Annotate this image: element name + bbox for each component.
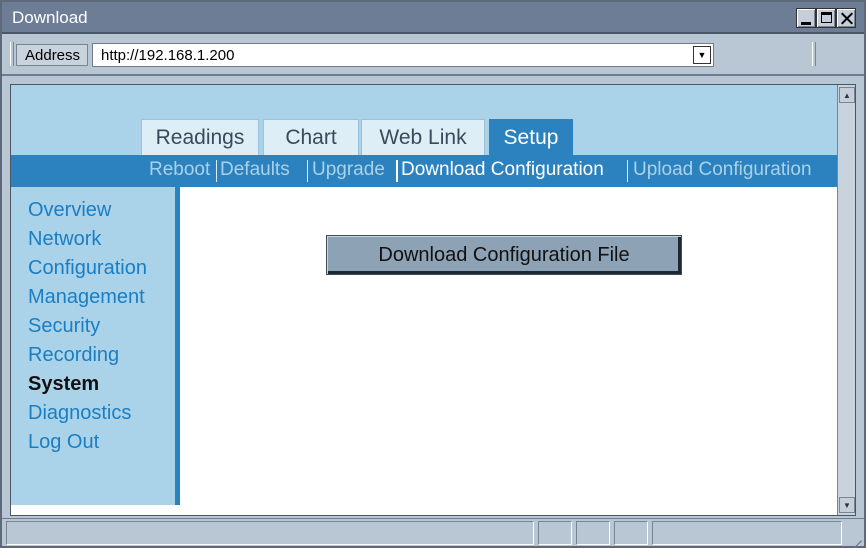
- setup-subnav: Reboot Defaults Upgrade Download Configu…: [11, 155, 838, 187]
- scroll-down-icon: ▼: [843, 501, 851, 510]
- subnav-reboot[interactable]: Reboot: [149, 159, 210, 181]
- subnav-upgrade[interactable]: Upgrade: [312, 159, 385, 181]
- scroll-down-button[interactable]: ▼: [839, 497, 855, 513]
- sidebar-item-recording[interactable]: Recording: [28, 344, 119, 367]
- sidebar-item-log-out[interactable]: Log Out: [28, 431, 99, 454]
- tab-label: Chart: [285, 126, 337, 149]
- address-dropdown-button[interactable]: ▼: [693, 46, 711, 64]
- tab-label: Readings: [155, 126, 245, 149]
- status-panel: [614, 521, 648, 545]
- sidebar-item-diagnostics[interactable]: Diagnostics: [28, 402, 131, 425]
- window-title: Download: [12, 8, 88, 27]
- web-page: Readings Chart Web Link Setup Reboot Def…: [11, 85, 838, 515]
- close-button[interactable]: [836, 8, 856, 28]
- address-url[interactable]: http://192.168.1.200: [101, 47, 234, 64]
- chevron-down-icon: ▼: [697, 50, 707, 60]
- title-bar: Download: [2, 2, 864, 34]
- toolbar-grip[interactable]: [812, 42, 816, 66]
- subnav-separator: [627, 160, 628, 182]
- subnav-download-configuration[interactable]: Download Configuration: [401, 159, 604, 181]
- subnav-separator: [307, 160, 308, 182]
- sidebar: Overview Network Configuration Managemen…: [11, 187, 180, 505]
- toolbar-grip[interactable]: [10, 42, 14, 66]
- status-panel: [576, 521, 610, 545]
- maximize-button[interactable]: [816, 8, 836, 28]
- subnav-separator: [216, 160, 217, 182]
- maximize-icon: [821, 12, 832, 23]
- sidebar-item-overview[interactable]: Overview: [28, 199, 111, 222]
- resize-grip-icon[interactable]: [846, 528, 862, 548]
- status-panel: [538, 521, 572, 545]
- sidebar-item-network[interactable]: Network: [28, 228, 101, 251]
- tab-label: Web Link: [379, 126, 467, 149]
- address-label: Address: [16, 44, 88, 66]
- status-panel: [652, 521, 842, 545]
- browser-window: Download Address http://192.168.1.200 ▼: [0, 0, 866, 548]
- sidebar-item-security[interactable]: Security: [28, 315, 100, 338]
- tab-setup[interactable]: Setup: [489, 119, 573, 157]
- tab-readings[interactable]: Readings: [141, 119, 259, 157]
- minimize-button[interactable]: [796, 8, 816, 28]
- sidebar-item-system[interactable]: System: [28, 373, 99, 396]
- address-toolbar: Address http://192.168.1.200 ▼: [2, 34, 864, 76]
- minimize-icon: [801, 22, 811, 25]
- sidebar-item-management[interactable]: Management: [28, 286, 145, 309]
- status-bar: [2, 518, 864, 548]
- subnav-separator: [396, 160, 398, 182]
- status-panel: [6, 521, 534, 545]
- tab-chart[interactable]: Chart: [263, 119, 359, 157]
- subnav-defaults[interactable]: Defaults: [220, 159, 290, 181]
- vertical-scrollbar[interactable]: ▲ ▼: [837, 85, 855, 515]
- sidebar-item-configuration[interactable]: Configuration: [28, 257, 147, 280]
- scroll-up-icon: ▲: [843, 91, 851, 100]
- download-configuration-file-button[interactable]: Download Configuration File: [326, 235, 682, 275]
- scroll-up-button[interactable]: ▲: [839, 87, 855, 103]
- tab-web-link[interactable]: Web Link: [361, 119, 485, 157]
- address-input[interactable]: http://192.168.1.200 ▼: [92, 43, 714, 67]
- page-viewport: Readings Chart Web Link Setup Reboot Def…: [10, 84, 856, 516]
- tab-label: Setup: [503, 126, 559, 149]
- subnav-upload-configuration[interactable]: Upload Configuration: [633, 159, 812, 181]
